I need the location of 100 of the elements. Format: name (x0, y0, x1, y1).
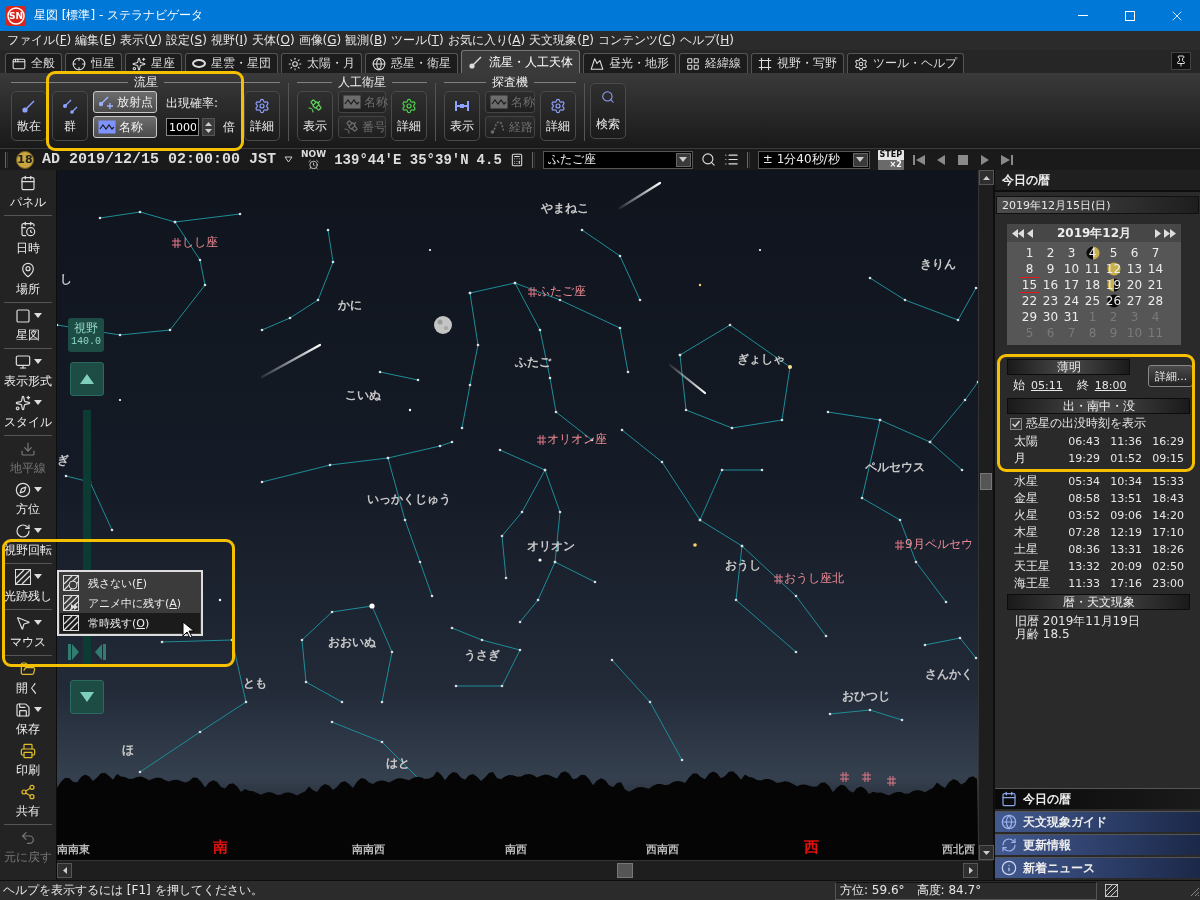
slider-handle[interactable] (67, 643, 107, 662)
location-text[interactable]: 139°44'E 35°39'N (334, 151, 469, 168)
calendar-day[interactable]: 26 (1103, 293, 1124, 309)
menu-item[interactable]: 設定(S) (163, 32, 209, 49)
calculator-icon[interactable] (509, 152, 524, 167)
scroll-up-button[interactable] (979, 170, 994, 185)
calendar-day[interactable]: 6 (1124, 245, 1145, 261)
tab[interactable]: 流星・人工天体 (461, 50, 580, 73)
ribbon-button[interactable]: 散在 (11, 91, 47, 141)
tab[interactable]: 全般 (5, 53, 62, 73)
left-icon[interactable] (1027, 228, 1033, 238)
ribbon-button[interactable]: 詳細 (540, 91, 576, 141)
hatch-icon[interactable] (1105, 884, 1118, 897)
ribbon-button[interactable]: 詳細 (244, 91, 280, 141)
panel-nav-button[interactable]: 新着ニュース (995, 857, 1200, 878)
double-left-icon[interactable] (1012, 228, 1024, 238)
horizontal-scrollbar[interactable] (57, 860, 993, 880)
calendar-day[interactable]: 27 (1124, 293, 1145, 309)
scroll-right-button[interactable] (963, 863, 978, 878)
panel-nav-button[interactable]: 今日の暦 (995, 788, 1200, 809)
step-button[interactable]: STEP ×2 (877, 149, 904, 170)
rate-field[interactable]: 1000 (166, 118, 199, 136)
zoom-down-button[interactable] (70, 680, 104, 714)
list-icon[interactable] (723, 152, 739, 167)
calendar-day[interactable]: 14 (1145, 261, 1166, 277)
sidebar-button[interactable]: 方位 (0, 479, 56, 520)
details-button[interactable]: 詳細... (1148, 365, 1194, 387)
calendar-day[interactable]: 15 (1019, 277, 1040, 293)
calendar-day[interactable]: 30 (1040, 309, 1061, 325)
menu-item[interactable]: 視野(I) (208, 32, 250, 49)
tab[interactable]: 星座 (125, 53, 182, 73)
menu-item[interactable]: 常時残す(O) (60, 613, 200, 633)
tab[interactable]: 昼光・地形 (583, 53, 676, 73)
sidebar-button[interactable]: 日時 (0, 218, 56, 259)
skip-forward-icon[interactable] (999, 152, 1014, 167)
skip-back-icon[interactable] (911, 152, 926, 167)
menu-item[interactable]: 天体(O) (249, 32, 297, 49)
dropdown-caret-icon[interactable] (284, 156, 294, 163)
sidebar-button[interactable]: 開く (0, 658, 56, 699)
scroll-down-button[interactable] (979, 845, 994, 860)
calendar-day[interactable]: 10 (1061, 261, 1082, 277)
calendar-day[interactable]: 3 (1061, 245, 1082, 261)
calendar-day[interactable]: 28 (1145, 293, 1166, 309)
calendar-day[interactable]: 29 (1019, 309, 1040, 325)
alarm-clock-icon[interactable] (308, 158, 320, 170)
calendar-day[interactable]: 13 (1124, 261, 1145, 277)
search-icon[interactable] (700, 152, 716, 167)
stop-icon[interactable] (955, 152, 970, 167)
calendar-day[interactable]: 31 (1061, 309, 1082, 325)
tab[interactable]: 恒星 (65, 53, 122, 73)
ribbon-button[interactable]: 詳細 (391, 91, 427, 141)
menu-item[interactable]: ツール(T) (388, 32, 446, 49)
pin-button[interactable] (1171, 52, 1191, 70)
zoom-up-button[interactable] (70, 362, 104, 396)
panel-nav-button[interactable]: 天文現象ガイド (995, 811, 1200, 832)
calendar-day[interactable]: 23 (1040, 293, 1061, 309)
calendar-day[interactable]: 16 (1040, 277, 1061, 293)
sidebar-button[interactable]: 星図 (0, 305, 56, 346)
scroll-left-button[interactable] (57, 863, 72, 878)
speed-dropdown[interactable]: ± 1分40秒/秒 (757, 150, 870, 169)
calendar-day[interactable]: 2 (1040, 245, 1061, 261)
right-icon[interactable] (1155, 228, 1161, 238)
calendar-day[interactable]: 1 (1019, 245, 1040, 261)
scroll-thumb[interactable] (617, 862, 633, 878)
checkbox[interactable] (1010, 417, 1022, 430)
sidebar-button[interactable]: 場所 (0, 259, 56, 300)
search-button[interactable]: 検索 (590, 83, 626, 139)
sidebar-button[interactable]: 保存 (0, 699, 56, 740)
checkbox-label[interactable]: 惑星の出没時刻を表示 (1026, 415, 1146, 432)
calendar-day[interactable]: 25 (1082, 293, 1103, 309)
calendar-day[interactable]: 11 (1082, 261, 1103, 277)
calendar-day[interactable]: 24 (1061, 293, 1082, 309)
calendar-day[interactable]: 17 (1061, 277, 1082, 293)
sidebar-button[interactable]: パネル (0, 172, 56, 213)
menu-item[interactable]: 編集(E) (73, 32, 119, 49)
tab[interactable]: 星雲・星団 (185, 53, 278, 73)
menu-item[interactable]: ヘルプ(H) (677, 32, 736, 49)
magnitude-text[interactable]: 4.5 (476, 151, 502, 168)
sidebar-button[interactable]: マウス (0, 612, 56, 653)
menu-item[interactable]: 天文現象(P) (527, 32, 596, 49)
sidebar-button[interactable]: スタイル (0, 392, 56, 433)
menu-item[interactable]: アニメ中に残す(A) (60, 593, 200, 613)
double-right-icon[interactable] (1164, 228, 1176, 238)
sidebar-button[interactable]: 視野回転 (0, 520, 56, 561)
calendar-day[interactable]: 8 (1019, 261, 1040, 277)
scroll-thumb[interactable] (980, 473, 992, 490)
sidebar-button[interactable]: 印刷 (0, 740, 56, 781)
time-link[interactable]: 18:00 (1094, 379, 1127, 392)
calendar-day[interactable]: 5 (1103, 245, 1124, 261)
menu-item[interactable]: 表示(V) (118, 32, 164, 49)
calendar-day[interactable]: 18 (1082, 277, 1103, 293)
menu-item[interactable]: 画像(G) (296, 32, 344, 49)
tab[interactable]: 太陽・月 (281, 53, 362, 73)
target-dropdown[interactable]: ふたご座 (542, 150, 693, 169)
menu-item[interactable]: 残さない(F) (60, 573, 200, 593)
datetime-text[interactable]: AD 2019/12/15 02:00:00 JST (42, 151, 277, 168)
sidebar-button[interactable]: 共有 (0, 781, 56, 822)
toggle-button[interactable]: 放射点 (93, 91, 157, 113)
calendar-day[interactable]: 21 (1145, 277, 1166, 293)
tab[interactable]: ツール・ヘルプ (847, 53, 964, 73)
